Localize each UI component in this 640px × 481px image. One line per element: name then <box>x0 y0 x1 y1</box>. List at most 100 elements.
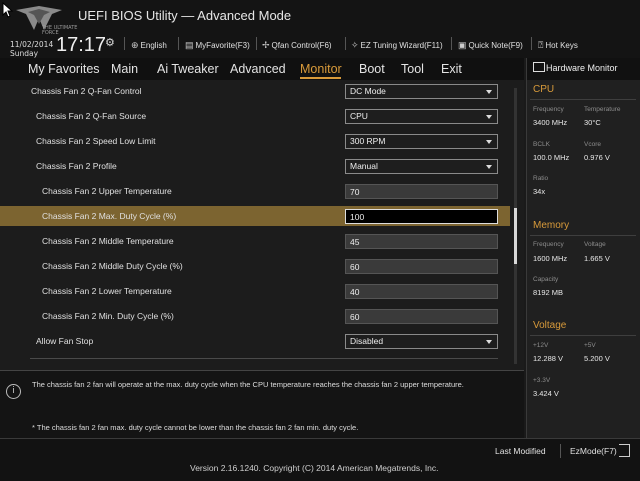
hardware-monitor-title: Hardware Monitor <box>546 63 618 73</box>
mouse-cursor-icon <box>2 2 14 18</box>
footer-divider <box>560 444 561 458</box>
bclk-value: 100.0 MHz <box>533 153 570 162</box>
middle-duty-cycle-input[interactable]: 60 <box>345 259 498 274</box>
section-divider <box>530 235 636 236</box>
v12-label: +12V <box>533 342 549 349</box>
memory-capacity-value: 8192 MB <box>533 288 564 297</box>
setting-label: Chassis Fan 2 Min. Duty Cycle (%) <box>42 311 174 321</box>
cpu-section-title: CPU <box>533 84 555 95</box>
memory-section-title: Memory <box>533 220 570 231</box>
help-text: The chassis fan 2 fan will operate at th… <box>32 380 464 389</box>
ratio-value: 34x <box>533 187 546 196</box>
hot-keys-label: Hot Keys <box>545 41 578 50</box>
day: Sunday <box>10 49 39 58</box>
middle-temperature-input[interactable]: 45 <box>345 234 498 249</box>
tab-monitor[interactable]: Monitor <box>300 62 342 76</box>
fan-icon: ✢ <box>262 40 270 50</box>
wizard-icon: ✧ <box>351 40 359 50</box>
setting-label: Chassis Fan 2 Lower Temperature <box>42 286 172 296</box>
allow-fan-stop-select[interactable]: Disabled <box>345 334 498 349</box>
clock: 17:17 <box>56 34 107 56</box>
info-icon: i <box>6 384 21 399</box>
min-duty-cycle-input[interactable]: 60 <box>345 309 498 324</box>
select-value: Disabled <box>350 336 384 346</box>
scrollbar-thumb[interactable] <box>514 208 517 264</box>
speed-low-limit-select[interactable]: 300 RPM <box>345 134 498 149</box>
chevron-down-icon <box>486 140 492 144</box>
footer-bar <box>0 438 640 481</box>
tab-ai-tweaker[interactable]: Ai Tweaker <box>157 62 219 76</box>
setting-label: Chassis Fan 2 Profile <box>36 161 117 171</box>
cpu-frequency-label: Frequency <box>533 106 564 113</box>
monitor-icon <box>533 62 545 72</box>
quick-note-button[interactable]: ▣ Quick Note(F9) <box>458 40 523 51</box>
memory-capacity-label: Capacity <box>533 276 559 283</box>
ratio-label: Ratio <box>533 175 549 182</box>
cpu-temperature-label: Temperature <box>584 106 621 113</box>
v5-value: 5.200 V <box>584 354 610 363</box>
language-label: English <box>140 41 167 50</box>
tab-my-favorites[interactable]: My Favorites <box>28 62 100 76</box>
setting-label: Allow Fan Stop <box>36 336 94 346</box>
chevron-down-icon <box>486 115 492 119</box>
q-fan-source-select[interactable]: CPU <box>345 109 498 124</box>
tab-boot[interactable]: Boot <box>359 62 385 76</box>
globe-icon: ⊕ <box>131 40 139 50</box>
myfavorite-button[interactable]: ▤ MyFavorite(F3) <box>185 40 250 51</box>
app-title: UEFI BIOS Utility — Advanced Mode <box>78 8 292 23</box>
setting-label: Chassis Fan 2 Middle Duty Cycle (%) <box>42 261 183 271</box>
date-display: 11/02/2014 Sunday <box>10 40 53 58</box>
hot-keys-button[interactable]: ⍰ Hot Keys <box>538 40 578 51</box>
tab-advanced[interactable]: Advanced <box>230 62 286 76</box>
favorite-icon: ▤ <box>185 40 194 50</box>
bclk-label: BCLK <box>533 141 550 148</box>
active-tab-indicator <box>300 77 341 79</box>
header-divider <box>451 37 452 50</box>
ez-tuning-wizard-label: EZ Tuning Wizard(F11) <box>360 41 443 50</box>
chevron-down-icon <box>486 340 492 344</box>
q-fan-control-select[interactable]: DC Mode <box>345 84 498 99</box>
language-button[interactable]: ⊕ English <box>131 40 167 51</box>
ezmode-button[interactable]: EzMode(F7) <box>570 446 617 456</box>
v33-label: +3.3V <box>533 377 551 384</box>
myfavorite-label: MyFavorite(F3) <box>195 41 250 50</box>
tab-exit[interactable]: Exit <box>441 62 462 76</box>
divider <box>30 358 498 359</box>
header-divider <box>531 37 532 50</box>
chevron-down-icon <box>486 90 492 94</box>
ez-tuning-wizard-button[interactable]: ✧ EZ Tuning Wizard(F11) <box>351 40 443 51</box>
max-duty-cycle-input[interactable]: 100 <box>345 209 498 224</box>
gear-icon[interactable]: ⚙ <box>105 36 115 49</box>
select-value: CPU <box>350 111 368 121</box>
last-modified-button[interactable]: Last Modified <box>495 446 546 456</box>
date: 11/02/2014 <box>10 40 54 49</box>
quick-note-label: Quick Note(F9) <box>468 41 523 50</box>
lower-temperature-input[interactable]: 40 <box>345 284 498 299</box>
header-divider <box>124 37 125 50</box>
section-divider <box>530 335 636 336</box>
select-value: Manual <box>350 161 378 171</box>
vcore-label: Vcore <box>584 141 601 148</box>
help-note: * The chassis fan 2 fan max. duty cycle … <box>32 423 359 432</box>
note-icon: ▣ <box>458 40 467 50</box>
select-value: DC Mode <box>350 86 386 96</box>
memory-voltage-label: Voltage <box>584 241 606 248</box>
upper-temperature-input[interactable]: 70 <box>345 184 498 199</box>
setting-label: Chassis Fan 2 Middle Temperature <box>42 236 174 246</box>
setting-label: Chassis Fan 2 Max. Duty Cycle (%) <box>42 211 177 221</box>
tab-main[interactable]: Main <box>111 62 138 76</box>
fan-profile-select[interactable]: Manual <box>345 159 498 174</box>
memory-voltage-value: 1.665 V <box>584 254 610 263</box>
tab-tool[interactable]: Tool <box>401 62 424 76</box>
voltage-section-title: Voltage <box>533 320 567 331</box>
header-divider <box>178 37 179 50</box>
v5-label: +5V <box>584 342 596 349</box>
exit-arrow-icon[interactable] <box>619 444 630 457</box>
v12-value: 12.288 V <box>533 354 564 363</box>
section-divider <box>530 99 636 100</box>
select-value: 300 RPM <box>350 136 386 146</box>
header-divider <box>256 37 257 50</box>
qfan-control-button[interactable]: ✢ Qfan Control(F6) <box>262 40 332 51</box>
v33-value: 3.424 V <box>533 389 559 398</box>
cpu-temperature-value: 30°C <box>584 118 601 127</box>
